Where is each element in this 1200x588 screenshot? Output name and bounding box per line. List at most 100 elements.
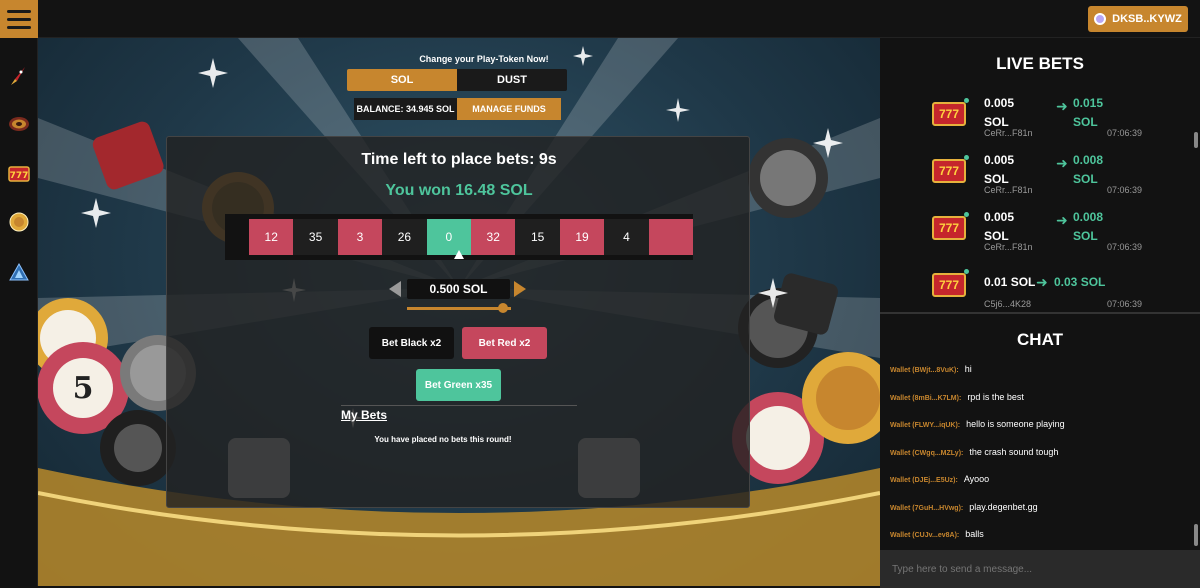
chat-wallet[interactable]: Wallet (CUJv...ev8A):: [890, 532, 959, 539]
balance-display: BALANCE: 34.945 SOL: [354, 98, 457, 120]
live-bet-row: 777 0.01 SOL ➜ 0.03 SOL C5j6...4K28 07:06:39: [926, 261, 1156, 311]
arrow-right-icon: ➜: [1036, 274, 1048, 290]
token-dust-button[interactable]: DUST: [457, 69, 567, 91]
live-bet-row: 777 0.005 SOL ➜ 0.008 SOL CeRr...F81n 07:06:3…: [926, 147, 1156, 197]
bet-time: 07:06:39: [1107, 242, 1143, 252]
decrease-amount-button[interactable]: [389, 281, 401, 297]
chat-scrollbar[interactable]: [1194, 524, 1198, 546]
manage-funds-button[interactable]: MANAGE FUNDS: [457, 98, 561, 120]
chat-text: Ayooo: [963, 474, 990, 484]
bet-green-button[interactable]: Bet Green x35: [416, 369, 501, 401]
bet-time: 07:06:39: [1107, 128, 1143, 138]
svg-text:5: 5: [73, 371, 94, 406]
svg-text:777: 777: [10, 171, 29, 181]
chat-area: CHAT Wallet (BWjt...8VuK): hi Wallet (8mBi…: [880, 312, 1200, 588]
slots-icon: 777: [932, 159, 966, 183]
roulette-marker: [454, 250, 464, 259]
slots-icon: 777: [932, 102, 966, 126]
divider: [341, 405, 577, 406]
arrow-right-icon: ➜: [1056, 212, 1068, 228]
bet-amount: 0.005 SOL: [984, 153, 1015, 186]
chat-wallet[interactable]: Wallet (7GuH...HVwg):: [890, 505, 963, 512]
balance-row: BALANCE: 34.945 SOL MANAGE FUNDS: [354, 98, 561, 120]
my-bets-title: My Bets: [341, 408, 388, 422]
roulette-cell: 26: [382, 219, 427, 255]
bet-timer: Time left to place bets: 9s: [361, 151, 557, 168]
bet-user: CeRr...F81n: [984, 128, 1033, 138]
bet-payout: 0.008 SOL: [1073, 153, 1104, 186]
bet-user: CeRr...F81n: [984, 185, 1033, 195]
increase-amount-button[interactable]: [514, 281, 526, 297]
roulette-cell: 0: [426, 219, 472, 255]
roulette-cell: 32: [471, 219, 516, 255]
chat-wallet[interactable]: Wallet (FLWY...iqUK):: [890, 422, 960, 429]
bet-time: 07:06:39: [1107, 185, 1143, 195]
bet-payout: 0.015 SOL: [1073, 96, 1104, 129]
chat-message: Wallet (BWjt...8VuK): hi: [890, 364, 972, 378]
roulette-panel: Time left to place bets: 9s You won 16.4…: [166, 136, 750, 508]
live-indicator: [964, 155, 969, 160]
chat-message: Wallet (DJEj...E5Uz): Ayooo: [890, 474, 989, 488]
hamburger-icon[interactable]: [0, 0, 38, 38]
chat-text: rpd is the best: [967, 391, 1024, 402]
roulette-cell: 4: [604, 219, 649, 255]
wallet-button[interactable]: DKSB..KYWZ: [1088, 6, 1188, 32]
chat-message: Wallet (8mBi...K7LM): rpd is the best: [890, 392, 1024, 406]
bet-amount: 0.005 SOL: [984, 96, 1015, 129]
roulette-cell: 35: [293, 219, 338, 255]
bet-payout: 0.03 SOL: [1054, 275, 1106, 289]
bet-user: C5j6...4K28: [984, 299, 1032, 309]
roulette-cell: 19: [559, 219, 605, 255]
arrow-right-icon: ➜: [1056, 98, 1068, 114]
bet-black-button[interactable]: Bet Black x2: [369, 327, 454, 359]
chat-text: balls: [965, 529, 984, 539]
bet-payout: 0.008 SOL: [1073, 210, 1104, 243]
chat-text: the crash sound tough: [969, 446, 1059, 457]
sidebar: 777: [0, 38, 38, 586]
arrow-right-icon: ➜: [1056, 155, 1068, 171]
live-bet-row: 777 0.005 SOL ➜ 0.015 SOL CeRr...F81n 07:06:3…: [926, 90, 1156, 140]
token-toggle: SOL DUST: [347, 69, 567, 91]
no-bets-message: You have placed no bets this round!: [374, 435, 512, 444]
chat-input[interactable]: [880, 550, 1200, 588]
slots-icon: 777: [932, 273, 966, 297]
chat-wallet[interactable]: Wallet (DJEj...E5Uz):: [890, 477, 958, 484]
live-bets-title: LIVE BETS: [996, 54, 1084, 73]
live-indicator: [964, 98, 969, 103]
bet-red-button[interactable]: Bet Red x2: [462, 327, 547, 359]
chat-wallet[interactable]: Wallet (8mBi...K7LM):: [890, 395, 961, 402]
triangle-icon[interactable]: [7, 260, 31, 284]
slots-icon: 777: [932, 216, 966, 240]
chat-text: play.degenbet.gg: [969, 501, 1038, 512]
wallet-icon: [1094, 13, 1107, 25]
live-indicator: [964, 212, 969, 217]
right-panel: LIVE BETS 777 0.005 SOL ➜ 0.015 SOL CeRr...F…: [880, 38, 1200, 588]
bet-amount: 0.01 SOL: [984, 275, 1036, 289]
bet-user: CeRr...F81n: [984, 242, 1033, 252]
chat-title: CHAT: [1017, 330, 1063, 349]
roulette-icon[interactable]: [7, 112, 31, 136]
amount-slider-knob[interactable]: [497, 303, 508, 313]
chat-message: Wallet (CWgq...MZLy): the crash sound tou…: [890, 447, 1058, 461]
bet-amount[interactable]: 0.500 SOL: [407, 279, 510, 299]
chat-message: Wallet (7GuH...HVwg): play.degenbet.gg: [890, 502, 1038, 516]
roulette-cell: 15: [515, 219, 560, 255]
chat-wallet[interactable]: Wallet (BWjt...8VuK):: [890, 367, 959, 374]
roulette-cell: 3: [337, 219, 383, 255]
wallet-label: DKSB..KYWZ: [1112, 13, 1182, 25]
token-sol-button[interactable]: SOL: [347, 69, 457, 91]
coin-icon[interactable]: [7, 210, 31, 234]
roulette-cell: 12: [249, 219, 294, 255]
chat-message: Wallet (FLWY...iqUK): hello is someone pl…: [890, 419, 1065, 433]
round-result: You won 16.48 SOL: [385, 182, 533, 199]
amount-slider[interactable]: [407, 307, 511, 310]
live-bets-scrollbar[interactable]: [1194, 132, 1198, 148]
live-bets-list[interactable]: 777 0.005 SOL ➜ 0.015 SOL CeRr...F81n 07:06:3…: [880, 90, 1200, 310]
top-bar: DKSB..KYWZ: [0, 0, 1200, 38]
chat-wallet[interactable]: Wallet (CWgq...MZLy):: [890, 450, 963, 457]
live-bet-row: 777 0.005 SOL ➜ 0.008 SOL CeRr...F81n 07:06:3…: [926, 204, 1156, 254]
slots-icon[interactable]: 777: [7, 162, 31, 186]
bet-amount: 0.005 SOL: [984, 210, 1015, 243]
rocket-icon[interactable]: [7, 64, 31, 88]
token-title: Change your Play-Token Now!: [419, 54, 549, 64]
